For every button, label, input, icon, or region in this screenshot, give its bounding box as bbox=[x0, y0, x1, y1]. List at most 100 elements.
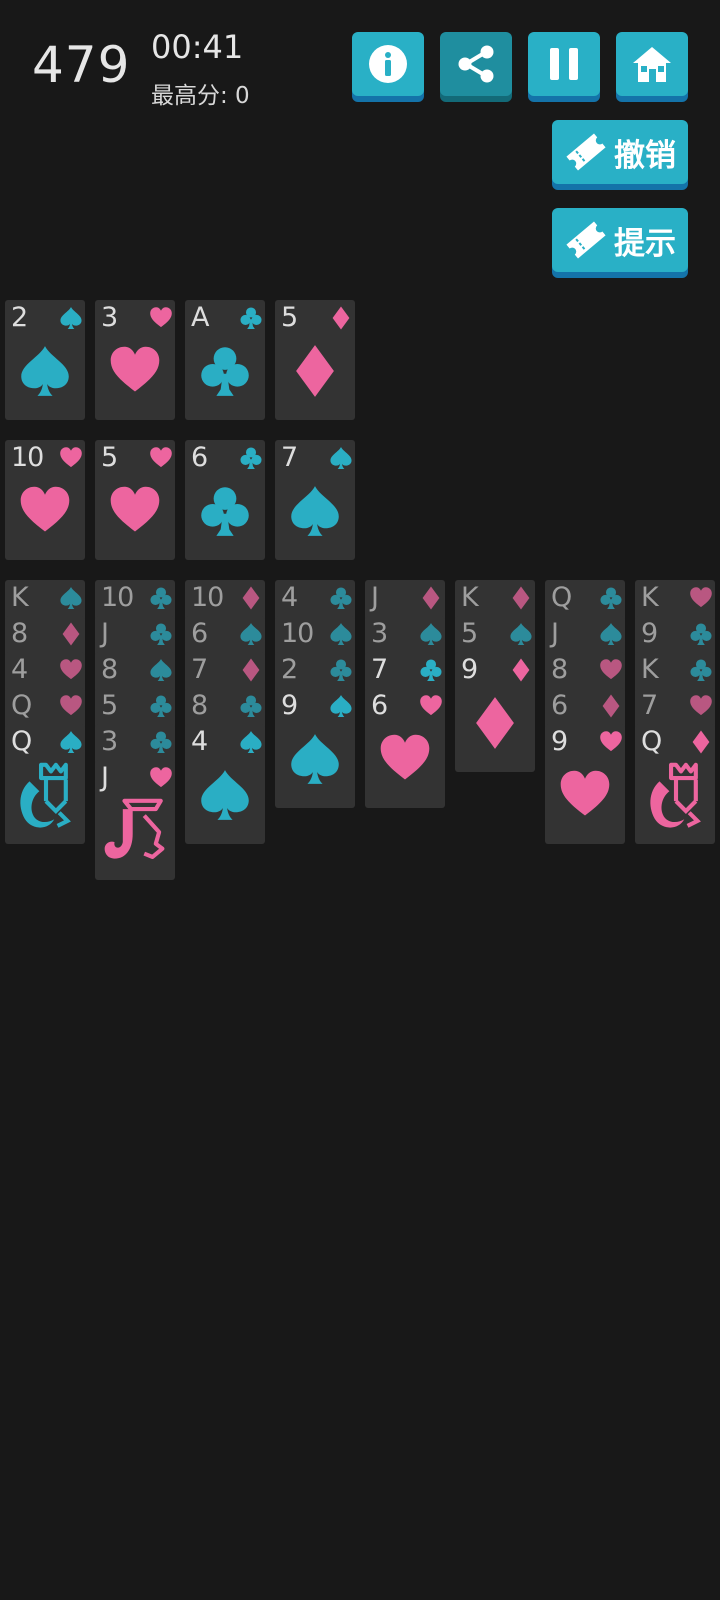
card-rank: 10 bbox=[11, 442, 44, 473]
diamond-icon bbox=[242, 586, 260, 610]
card[interactable]: 5 bbox=[275, 300, 355, 420]
diamond-icon bbox=[62, 622, 80, 646]
pause-button[interactable] bbox=[528, 32, 600, 96]
undo-button[interactable]: 撤销 bbox=[552, 120, 688, 184]
card-rank: 9 bbox=[281, 690, 298, 721]
card-rank: J bbox=[101, 762, 109, 793]
card[interactable]: 9 bbox=[545, 724, 625, 844]
spade-icon bbox=[420, 622, 442, 646]
heart-icon bbox=[380, 734, 430, 780]
undo-label: 撤销 bbox=[614, 137, 676, 174]
pause-icon bbox=[550, 48, 578, 80]
card-rank: K bbox=[461, 582, 479, 613]
club-icon bbox=[690, 623, 712, 646]
home-button[interactable] bbox=[616, 32, 688, 96]
card-rank: 5 bbox=[101, 442, 118, 473]
heart-icon bbox=[600, 731, 622, 752]
card-rank: 9 bbox=[551, 726, 568, 757]
heart-icon bbox=[150, 447, 172, 468]
card[interactable]: Q bbox=[635, 724, 715, 844]
card-rank: 10 bbox=[281, 618, 314, 649]
club-icon bbox=[150, 623, 172, 646]
club-icon bbox=[330, 587, 352, 610]
hint-button[interactable]: 提示 bbox=[552, 208, 688, 272]
card[interactable]: J bbox=[95, 760, 175, 880]
card[interactable]: 2 bbox=[5, 300, 85, 420]
spade-icon bbox=[60, 586, 82, 610]
club-icon bbox=[330, 659, 352, 682]
spade-icon bbox=[291, 734, 339, 784]
ticket-icon bbox=[566, 221, 606, 259]
card-rank: K bbox=[641, 582, 659, 613]
card-rank: Q bbox=[551, 582, 572, 613]
spade-icon bbox=[330, 694, 352, 718]
info-icon bbox=[369, 45, 407, 83]
card-rank: Q bbox=[641, 726, 662, 757]
queen-figure-icon bbox=[650, 762, 701, 828]
club-icon bbox=[420, 659, 442, 682]
card[interactable]: 6 bbox=[365, 688, 445, 808]
spade-icon bbox=[510, 622, 532, 646]
hint-label: 提示 bbox=[614, 225, 676, 262]
card-rank: 5 bbox=[281, 302, 298, 333]
club-icon bbox=[150, 731, 172, 754]
card[interactable]: A bbox=[185, 300, 265, 420]
info-button[interactable] bbox=[352, 32, 424, 96]
card-rank: 8 bbox=[551, 654, 568, 685]
card[interactable]: 3 bbox=[95, 300, 175, 420]
card-rank: 7 bbox=[371, 654, 388, 685]
card-rank: J bbox=[371, 582, 379, 613]
heart-icon bbox=[150, 307, 172, 328]
home-icon bbox=[633, 47, 671, 82]
diamond-icon bbox=[332, 306, 350, 330]
card-rank: 4 bbox=[191, 726, 208, 757]
card[interactable]: Q bbox=[5, 724, 85, 844]
card[interactable]: 6 bbox=[185, 440, 265, 560]
card-rank: 9 bbox=[461, 654, 478, 685]
card-rank: 5 bbox=[101, 690, 118, 721]
heart-icon bbox=[600, 659, 622, 680]
card[interactable]: 9 bbox=[455, 652, 535, 772]
club-icon bbox=[201, 347, 249, 396]
spade-icon bbox=[21, 346, 69, 396]
club-icon bbox=[240, 307, 262, 330]
card-rank: 10 bbox=[101, 582, 134, 613]
card-rank: 7 bbox=[191, 654, 208, 685]
card-rank: 2 bbox=[11, 302, 28, 333]
heart-icon bbox=[150, 767, 172, 788]
card-rank: 6 bbox=[191, 442, 208, 473]
timer-display: 00:41 bbox=[151, 28, 244, 66]
card-rank: K bbox=[641, 654, 659, 685]
card-rank: 6 bbox=[551, 690, 568, 721]
card[interactable]: 5 bbox=[95, 440, 175, 560]
card-rank: A bbox=[191, 302, 210, 333]
spade-icon bbox=[600, 622, 622, 646]
card-rank: 3 bbox=[101, 302, 118, 333]
club-icon bbox=[150, 695, 172, 718]
heart-icon bbox=[560, 770, 610, 816]
card-rank: J bbox=[551, 618, 559, 649]
best-score: 最高分: 0 bbox=[151, 83, 250, 109]
card[interactable]: 7 bbox=[275, 440, 355, 560]
share-button[interactable] bbox=[440, 32, 512, 96]
diamond-icon bbox=[476, 697, 514, 749]
card-rank: 2 bbox=[281, 654, 298, 685]
spade-icon bbox=[240, 730, 262, 754]
spade-icon bbox=[60, 306, 82, 330]
card-rank: 6 bbox=[191, 618, 208, 649]
card-rank: 3 bbox=[101, 726, 118, 757]
card[interactable]: 10 bbox=[5, 440, 85, 560]
card-rank: 8 bbox=[101, 654, 118, 685]
diamond-icon bbox=[512, 586, 530, 610]
card-rank: 4 bbox=[11, 654, 28, 685]
score-display: 479 bbox=[32, 36, 131, 94]
card[interactable]: 9 bbox=[275, 688, 355, 808]
card[interactable]: 4 bbox=[185, 724, 265, 844]
diamond-icon bbox=[512, 658, 530, 682]
spade-icon bbox=[330, 622, 352, 646]
heart-icon bbox=[110, 486, 160, 532]
diamond-icon bbox=[692, 730, 710, 754]
card-rank: 7 bbox=[641, 690, 658, 721]
heart-icon bbox=[110, 346, 160, 392]
club-icon bbox=[150, 587, 172, 610]
